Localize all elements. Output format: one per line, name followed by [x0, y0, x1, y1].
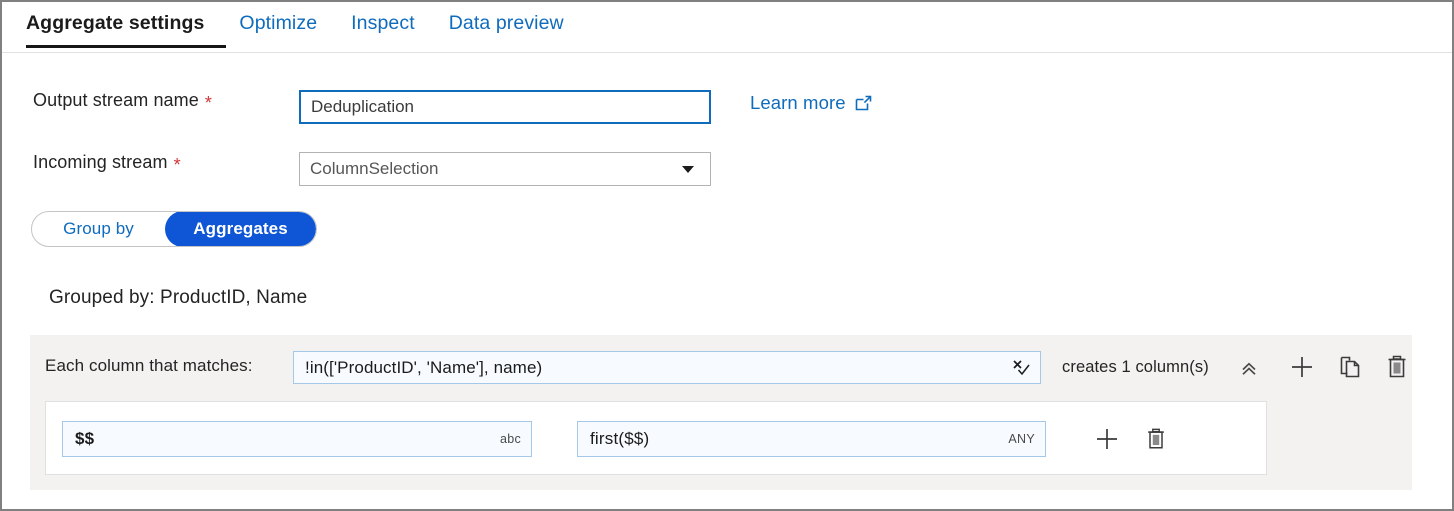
rule-actions — [1288, 353, 1410, 381]
tab-inspect[interactable]: Inspect — [351, 10, 436, 45]
add-mapping-button[interactable] — [1094, 426, 1120, 452]
output-stream-name-row: Output stream name * — [33, 90, 212, 111]
column-expression-type-badge: ANY — [1008, 432, 1037, 446]
creates-columns-text: creates 1 column(s) — [1062, 358, 1209, 377]
output-stream-required-marker: * — [205, 94, 212, 112]
column-name-input[interactable]: $$ abc — [62, 421, 532, 457]
learn-more-label: Learn more — [750, 92, 846, 114]
aggregate-settings-panel: Aggregate settings Optimize Inspect Data… — [0, 0, 1454, 511]
tab-optimize[interactable]: Optimize — [239, 10, 338, 45]
delete-rule-button[interactable] — [1384, 353, 1410, 381]
mode-toggle: Group by Aggregates — [31, 211, 317, 247]
column-name-value: $$ — [75, 429, 500, 449]
delete-mapping-button[interactable] — [1144, 426, 1168, 452]
each-column-matches-label: Each column that matches: — [45, 356, 253, 376]
column-expression-input[interactable]: first($$) ANY — [577, 421, 1046, 457]
add-rule-button[interactable] — [1288, 353, 1316, 381]
plus-icon — [1094, 426, 1120, 452]
trash-icon — [1144, 426, 1168, 452]
toggle-group-by[interactable]: Group by — [32, 211, 165, 247]
duplicate-rule-button[interactable] — [1337, 354, 1363, 380]
incoming-stream-label: Incoming stream — [33, 152, 168, 173]
aggregate-rule-panel: Each column that matches: !in(['ProductI… — [30, 335, 1412, 490]
external-link-icon — [854, 94, 873, 113]
column-expression-value: first($$) — [590, 429, 1008, 449]
incoming-stream-select[interactable]: ColumnSelection — [299, 152, 711, 186]
chevron-double-up-icon[interactable] — [1239, 359, 1259, 379]
copy-icon — [1337, 354, 1363, 380]
match-expression-value: !in(['ProductID', 'Name'], name) — [305, 358, 1010, 378]
mapping-row-actions — [1094, 426, 1168, 452]
plus-icon — [1288, 353, 1316, 381]
tab-data-preview[interactable]: Data preview — [449, 10, 585, 45]
expression-validate-icon[interactable] — [1010, 357, 1032, 379]
output-stream-name-input[interactable] — [299, 90, 711, 124]
tab-list: Aggregate settings Optimize Inspect Data… — [26, 10, 598, 48]
tab-aggregate-settings[interactable]: Aggregate settings — [26, 10, 226, 48]
learn-more-link[interactable]: Learn more — [750, 92, 873, 114]
incoming-stream-row: Incoming stream * — [33, 152, 181, 173]
chevron-down-icon — [682, 166, 694, 173]
tab-bar: Aggregate settings Optimize Inspect Data… — [2, 2, 1454, 53]
output-stream-name-label: Output stream name — [33, 90, 199, 111]
match-expression-input[interactable]: !in(['ProductID', 'Name'], name) — [293, 351, 1041, 384]
aggregate-mapping-card: $$ abc first($$) ANY — [45, 401, 1267, 475]
toggle-aggregates[interactable]: Aggregates — [165, 211, 316, 247]
trash-icon — [1384, 353, 1410, 381]
incoming-stream-value: ColumnSelection — [310, 159, 682, 179]
column-name-type-badge: abc — [500, 432, 523, 446]
incoming-stream-required-marker: * — [174, 156, 181, 174]
grouped-by-summary: Grouped by: ProductID, Name — [49, 287, 307, 309]
